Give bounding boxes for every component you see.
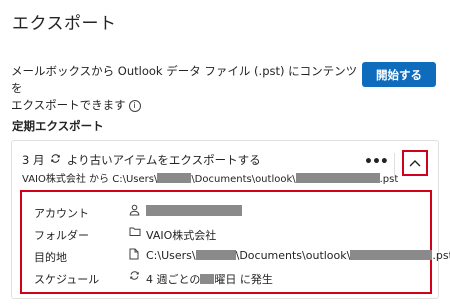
schedule-suffix: 曜日 に発生 xyxy=(214,273,273,286)
person-icon xyxy=(129,204,140,219)
account-value xyxy=(146,205,242,218)
redacted-dest-username xyxy=(195,250,236,260)
scheduled-export-card: 3 月 より古いアイテムをエクスポートする VAIO株式会社 から C:\Use… xyxy=(11,140,450,299)
schedule-value: 4 週ごとの 曜日 に発生 xyxy=(146,271,273,287)
description-line1: メールボックスから Outlook データ ファイル (.pst) にコンテンツ… xyxy=(11,64,358,95)
redacted-dest-filename xyxy=(350,250,433,260)
chevron-up-icon xyxy=(409,160,421,167)
collapse-button[interactable] xyxy=(402,150,428,176)
export-details-panel: アカウント フォルダー VAIO株式会社 目的地 C:\Users\ \Docu… xyxy=(20,190,450,294)
export-card-title: 3 月 より古いアイテムをエクスポートする xyxy=(22,152,261,168)
start-export-button[interactable]: 開始する xyxy=(362,62,436,87)
more-icon: ••• xyxy=(364,154,389,170)
card-sub-mid: \Documents\outlook\ xyxy=(191,174,296,185)
redacted-username xyxy=(157,173,192,183)
destination-mid: \Documents\outlook\ xyxy=(235,249,351,262)
info-icon[interactable]: i xyxy=(128,99,141,112)
description-line2: エクスポートできます xyxy=(11,98,126,112)
destination-prefix: C:\Users\ xyxy=(146,249,196,262)
export-description: メールボックスから Outlook データ ファイル (.pst) にコンテンツ… xyxy=(11,63,361,114)
header-divider xyxy=(394,153,395,177)
card-title-month: 3 月 xyxy=(22,153,45,167)
account-label: アカウント xyxy=(34,207,89,220)
redacted-account xyxy=(146,205,242,216)
destination-value: C:\Users\ \Documents\outlook\ .pst xyxy=(146,249,450,262)
card-title-text: より古いアイテムをエクスポートする xyxy=(66,153,261,167)
schedule-prefix: 4 週ごとの xyxy=(146,273,201,286)
destination-suffix: .pst xyxy=(432,249,450,262)
repeat-icon xyxy=(129,270,140,284)
export-card-path: VAIO株式会社 から C:\Users\ \Documents\outlook\… xyxy=(22,170,398,185)
scheduled-export-heading: 定期エクスポート xyxy=(12,119,104,133)
folder-label: フォルダー xyxy=(34,229,89,242)
schedule-label: スケジュール xyxy=(34,273,100,286)
folder-icon xyxy=(129,226,141,240)
export-page: エクスポート メールボックスから Outlook データ ファイル (.pst)… xyxy=(0,0,450,306)
page-title: エクスポート xyxy=(12,14,117,34)
card-sub-suffix: .pst xyxy=(379,174,399,185)
destination-label: 目的地 xyxy=(34,251,67,264)
redacted-filename xyxy=(295,173,380,183)
redacted-weekday xyxy=(200,274,215,284)
file-icon xyxy=(129,248,139,263)
card-sub-prefix: VAIO株式会社 から C:\Users\ xyxy=(22,174,158,185)
folder-value: VAIO株式会社 xyxy=(146,229,217,242)
more-options-button[interactable]: ••• xyxy=(364,154,389,173)
sync-icon xyxy=(50,153,61,167)
